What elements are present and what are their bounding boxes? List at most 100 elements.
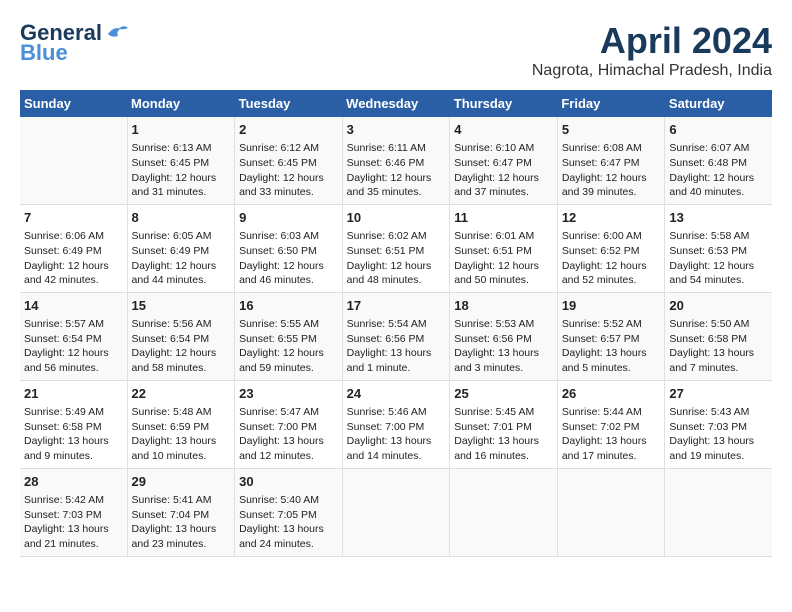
cell-text: Daylight: 12 hours: [132, 347, 217, 359]
cell-text: Daylight: 12 hours: [562, 172, 647, 184]
cell-text: Sunrise: 5:55 AM: [239, 318, 319, 330]
day-number: 27: [669, 385, 768, 403]
cell-text: Sunset: 7:02 PM: [562, 421, 640, 433]
day-number: 24: [347, 385, 446, 403]
cell-text: Sunset: 7:01 PM: [454, 421, 532, 433]
day-number: 22: [132, 385, 231, 403]
day-number: 29: [132, 473, 231, 491]
cell-text: Sunrise: 6:06 AM: [24, 230, 104, 242]
subtitle: Nagrota, Himachal Pradesh, India: [532, 62, 772, 80]
cell-text: Sunset: 6:56 PM: [347, 333, 425, 345]
cell-text: and 54 minutes.: [669, 274, 744, 286]
cell-text: Sunrise: 5:50 AM: [669, 318, 749, 330]
calendar-cell: 26Sunrise: 5:44 AMSunset: 7:02 PMDayligh…: [557, 380, 665, 468]
calendar-cell: 23Sunrise: 5:47 AMSunset: 7:00 PMDayligh…: [235, 380, 343, 468]
day-number: 19: [562, 297, 661, 315]
cell-text: Daylight: 12 hours: [347, 172, 432, 184]
cell-text: Sunrise: 5:42 AM: [24, 494, 104, 506]
page-header: General Blue April 2024 Nagrota, Himacha…: [20, 20, 772, 80]
cell-text: Sunset: 6:47 PM: [562, 157, 640, 169]
calendar-cell: 24Sunrise: 5:46 AMSunset: 7:00 PMDayligh…: [342, 380, 450, 468]
cell-text: and 48 minutes.: [347, 274, 422, 286]
header-row: SundayMondayTuesdayWednesdayThursdayFrid…: [20, 90, 772, 117]
cell-text: Sunrise: 6:11 AM: [347, 142, 426, 154]
cell-text: and 3 minutes.: [454, 362, 523, 374]
logo-blue: Blue: [20, 40, 68, 66]
day-number: 16: [239, 297, 338, 315]
cell-text: Sunrise: 5:45 AM: [454, 406, 534, 418]
cell-text: Sunrise: 6:13 AM: [132, 142, 212, 154]
cell-text: and 40 minutes.: [669, 186, 744, 198]
cell-text: and 33 minutes.: [239, 186, 314, 198]
calendar-cell: 30Sunrise: 5:40 AMSunset: 7:05 PMDayligh…: [235, 468, 343, 556]
cell-text: Sunrise: 5:54 AM: [347, 318, 427, 330]
cell-text: Sunset: 6:51 PM: [454, 245, 532, 257]
cell-text: and 17 minutes.: [562, 450, 637, 462]
cell-text: Sunrise: 6:12 AM: [239, 142, 319, 154]
day-number: 8: [132, 209, 231, 227]
cell-text: Daylight: 12 hours: [239, 260, 324, 272]
cell-text: Sunset: 7:03 PM: [24, 509, 102, 521]
day-header-tuesday: Tuesday: [235, 90, 343, 117]
cell-text: Sunset: 7:00 PM: [239, 421, 317, 433]
cell-text: Daylight: 13 hours: [132, 523, 217, 535]
day-number: 7: [24, 209, 123, 227]
cell-text: Daylight: 12 hours: [132, 260, 217, 272]
cell-text: Daylight: 12 hours: [132, 172, 217, 184]
cell-text: and 23 minutes.: [132, 538, 207, 550]
calendar-cell: 4Sunrise: 6:10 AMSunset: 6:47 PMDaylight…: [450, 117, 558, 204]
cell-text: Sunrise: 5:49 AM: [24, 406, 104, 418]
cell-text: Sunrise: 5:46 AM: [347, 406, 427, 418]
cell-text: Daylight: 12 hours: [347, 260, 432, 272]
day-number: 11: [454, 209, 553, 227]
cell-text: and 14 minutes.: [347, 450, 422, 462]
cell-text: and 42 minutes.: [24, 274, 99, 286]
cell-text: Sunset: 6:51 PM: [347, 245, 425, 257]
calendar-cell: [342, 468, 450, 556]
cell-text: and 7 minutes.: [669, 362, 738, 374]
calendar-cell: 8Sunrise: 6:05 AMSunset: 6:49 PMDaylight…: [127, 204, 235, 292]
day-number: 5: [562, 121, 661, 139]
cell-text: Sunrise: 5:53 AM: [454, 318, 534, 330]
cell-text: Daylight: 13 hours: [24, 523, 109, 535]
cell-text: Sunset: 7:04 PM: [132, 509, 210, 521]
cell-text: Sunset: 6:48 PM: [669, 157, 747, 169]
calendar-cell: 6Sunrise: 6:07 AMSunset: 6:48 PMDaylight…: [665, 117, 772, 204]
day-header-sunday: Sunday: [20, 90, 127, 117]
cell-text: Daylight: 12 hours: [24, 347, 109, 359]
day-number: 2: [239, 121, 338, 139]
cell-text: and 1 minute.: [347, 362, 411, 374]
cell-text: Sunset: 6:57 PM: [562, 333, 640, 345]
cell-text: Daylight: 12 hours: [24, 260, 109, 272]
cell-text: Sunrise: 6:10 AM: [454, 142, 534, 154]
cell-text: Daylight: 12 hours: [239, 347, 324, 359]
cell-text: Sunset: 6:58 PM: [24, 421, 102, 433]
day-number: 1: [132, 121, 231, 139]
cell-text: Daylight: 12 hours: [454, 260, 539, 272]
calendar-cell: 21Sunrise: 5:49 AMSunset: 6:58 PMDayligh…: [20, 380, 127, 468]
cell-text: and 35 minutes.: [347, 186, 422, 198]
calendar-cell: [665, 468, 772, 556]
calendar-cell: 20Sunrise: 5:50 AMSunset: 6:58 PMDayligh…: [665, 292, 772, 380]
cell-text: and 5 minutes.: [562, 362, 631, 374]
day-number: 17: [347, 297, 446, 315]
day-number: 10: [347, 209, 446, 227]
cell-text: Daylight: 13 hours: [347, 435, 432, 447]
cell-text: and 16 minutes.: [454, 450, 529, 462]
cell-text: Sunrise: 5:40 AM: [239, 494, 319, 506]
calendar-cell: 5Sunrise: 6:08 AMSunset: 6:47 PMDaylight…: [557, 117, 665, 204]
day-number: 13: [669, 209, 768, 227]
cell-text: Daylight: 13 hours: [132, 435, 217, 447]
cell-text: Sunrise: 6:05 AM: [132, 230, 212, 242]
day-number: 25: [454, 385, 553, 403]
cell-text: Sunset: 6:45 PM: [239, 157, 317, 169]
cell-text: Daylight: 12 hours: [562, 260, 647, 272]
cell-text: Sunset: 6:59 PM: [132, 421, 210, 433]
cell-text: Sunset: 6:54 PM: [24, 333, 102, 345]
cell-text: Sunset: 6:47 PM: [454, 157, 532, 169]
logo-bird-icon: [106, 24, 128, 42]
week-row-1: 1 Sunrise: 6:13 AM Sunset: 6:45 PM Daylight…: [20, 117, 772, 204]
day-number: 28: [24, 473, 123, 491]
calendar-table: SundayMondayTuesdayWednesdayThursdayFrid…: [20, 90, 772, 557]
calendar-cell: 10Sunrise: 6:02 AMSunset: 6:51 PMDayligh…: [342, 204, 450, 292]
